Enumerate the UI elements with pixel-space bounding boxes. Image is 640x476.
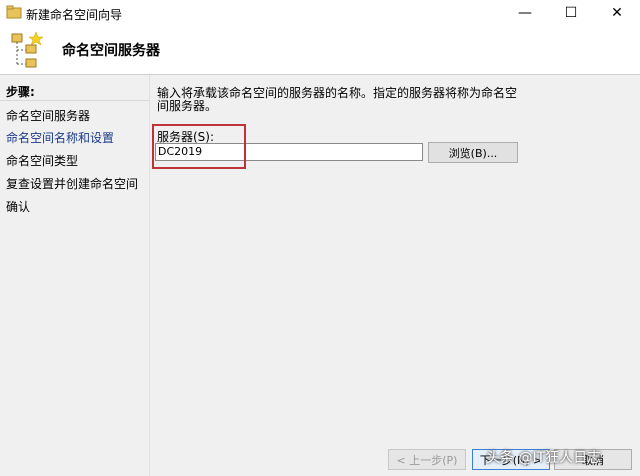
step-namespace-server: 命名空间服务器 — [6, 109, 91, 123]
instruction-text: 输入将承载该命名空间的服务器的名称。指定的服务器将称为命名空间服务器。 — [157, 86, 518, 113]
step-review-create: 复查设置并创建命名空间 — [6, 177, 139, 191]
watermark-text: 头条 @IT狂人日志 — [486, 450, 602, 466]
minimize-button[interactable]: — — [502, 0, 548, 26]
highlight-box — [152, 124, 246, 169]
title-bar: 新建命名空间向导 — ☐ ✕ — [0, 0, 640, 26]
step-confirmation: 确认 — [6, 200, 31, 214]
namespace-tree-icon — [11, 31, 44, 68]
step-namespace-type: 命名空间类型 — [6, 154, 79, 168]
steps-heading: 步骤: — [6, 85, 35, 99]
wizard-header: 命名空间服务器 — [0, 26, 640, 75]
back-button[interactable]: < 上一步(P) — [388, 449, 466, 470]
page-title: 命名空间服务器 — [62, 43, 160, 59]
window-title: 新建命名空间向导 — [26, 8, 123, 22]
maximize-button[interactable]: ☐ — [548, 0, 594, 26]
step-namespace-name-settings: 命名空间名称和设置 — [6, 131, 115, 145]
folder-icon — [6, 5, 22, 19]
steps-divider — [0, 100, 149, 101]
browse-button[interactable]: 浏览(B)... — [428, 142, 518, 163]
main-panel: 输入将承载该命名空间的服务器的名称。指定的服务器将称为命名空间服务器。 服务器(… — [150, 75, 640, 476]
close-button[interactable]: ✕ — [594, 0, 640, 26]
steps-sidebar: 步骤: 命名空间服务器 命名空间名称和设置 命名空间类型 复查设置并创建命名空间… — [0, 75, 150, 476]
